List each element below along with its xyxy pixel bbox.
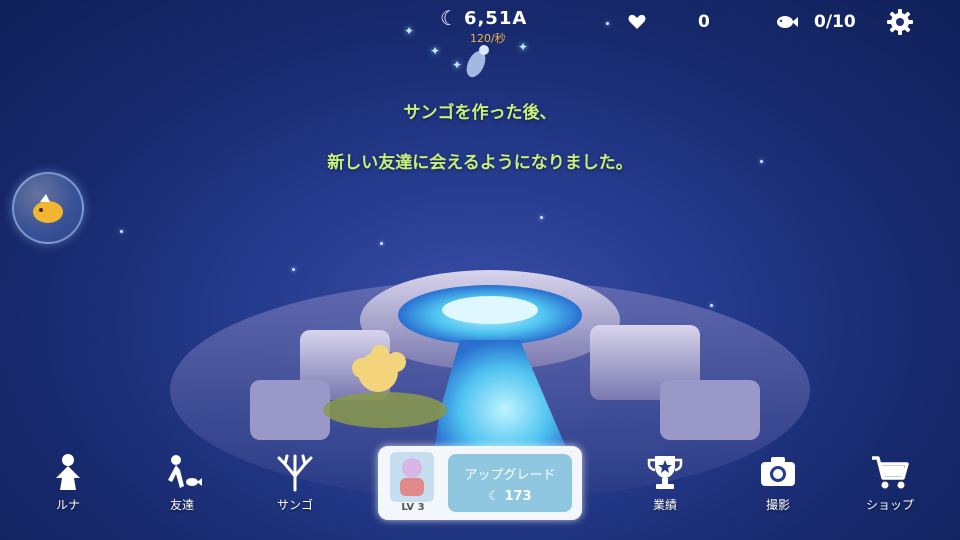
fish-creature-icon: [33, 194, 63, 223]
hearts-counter: 0: [628, 12, 710, 32]
nav-friends[interactable]: 友達: [142, 452, 222, 513]
nav-shop-label: ショップ: [865, 498, 914, 512]
nav-coral[interactable]: サンゴ: [255, 452, 335, 513]
upgrade-level: LV 3: [401, 502, 425, 513]
moon-currency: ☾ 6,51A: [440, 6, 527, 30]
luna-character: [466, 45, 489, 78]
upgrade-button[interactable]: アップグレード ☾ 173: [448, 454, 572, 512]
nav-photo[interactable]: 撮影: [738, 452, 818, 513]
nav-achievements[interactable]: 業績: [625, 452, 705, 513]
currency-rate: 120/秒: [470, 32, 506, 45]
friends-counter: 0/10: [776, 12, 856, 32]
friends-value: 0/10: [814, 12, 856, 32]
star: [540, 216, 543, 219]
star: [606, 22, 609, 25]
nav-shop[interactable]: ショップ: [850, 452, 930, 513]
nav-photo-label: 撮影: [765, 498, 790, 512]
cart-icon: [872, 456, 909, 489]
heart-icon: [628, 14, 646, 29]
upgrade-cost: 173: [504, 489, 532, 504]
gear-icon[interactable]: [886, 8, 914, 36]
currency-value: 6,51A: [463, 7, 528, 29]
friends-icon: [168, 455, 202, 488]
upgrade-cost-row: ☾ 173: [448, 489, 572, 504]
coral-icon: [277, 454, 313, 492]
sparkle: ✦: [430, 44, 441, 58]
upgrade-card: LV 3 アップグレード ☾ 173: [378, 446, 582, 520]
nav-friends-label: 友達: [169, 498, 194, 512]
hearts-value: 0: [698, 12, 710, 32]
nav-luna[interactable]: ルナ: [28, 452, 108, 513]
nav-achievements-label: 業績: [652, 498, 677, 512]
tutorial-message-line2: 新しい友達に会えるようになりました。: [327, 153, 633, 173]
nav-coral-label: サンゴ: [276, 498, 313, 512]
creature-bubble-button[interactable]: [12, 172, 84, 244]
star: [120, 230, 123, 233]
upgrade-label: アップグレード: [464, 468, 556, 483]
sparkle: ✦: [518, 40, 529, 54]
moon-icon: ☾: [440, 6, 458, 30]
trophy-icon: [647, 456, 683, 489]
moon-icon: ☾: [488, 489, 500, 504]
luna-icon: [56, 454, 80, 490]
sparkle: ✦: [404, 24, 415, 38]
fish-icon: [777, 16, 798, 28]
nav-luna-label: ルナ: [55, 498, 80, 512]
tutorial-message-line1: サンゴを作った後、: [403, 103, 557, 123]
star: [380, 242, 383, 245]
camera-icon: [761, 457, 795, 486]
